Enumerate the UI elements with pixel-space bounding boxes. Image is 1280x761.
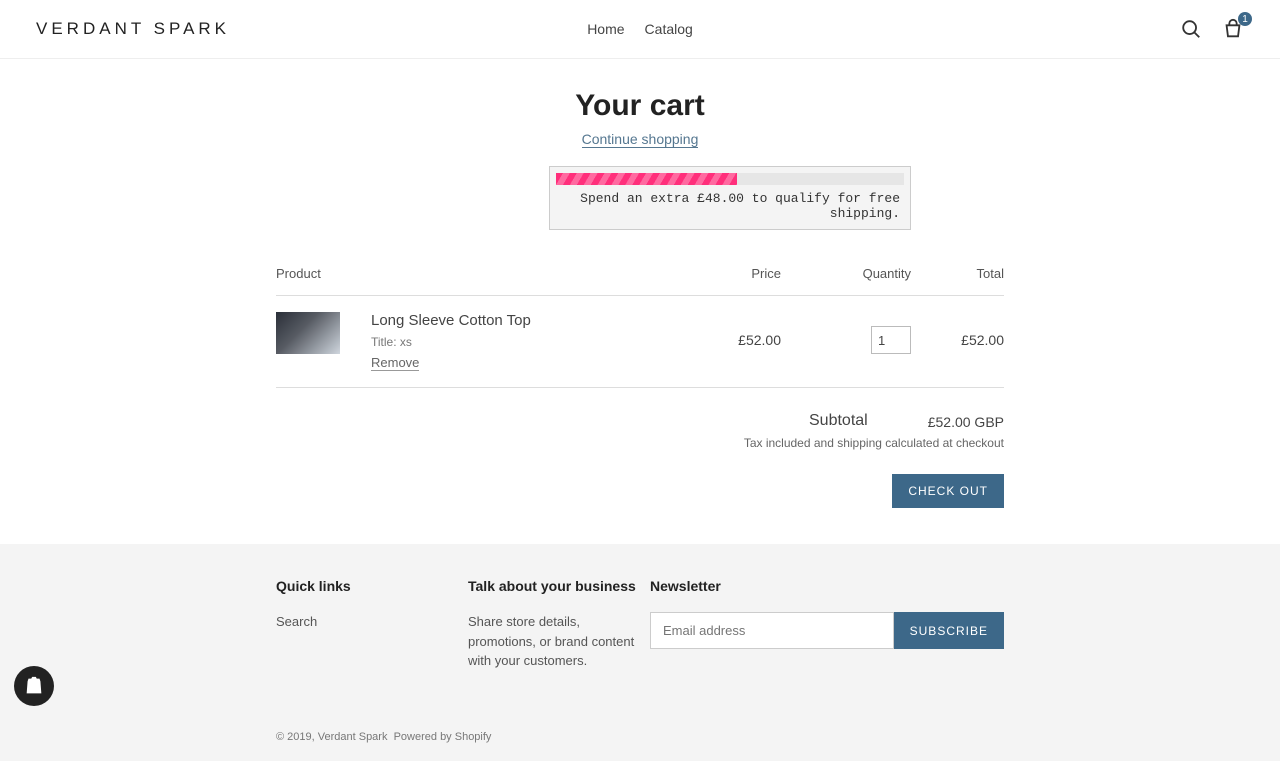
page-title: Your cart [0,89,1280,123]
subtotal-line: Subtotal £52.00 GBP [276,412,1004,430]
product-variant: Title: xs [371,335,661,349]
newsletter-email-input[interactable] [650,612,894,649]
cart-table-header: Product Price Quantity Total [276,266,1004,296]
site-logo[interactable]: VERDANT SPARK [36,19,230,39]
footer-newsletter: Newsletter SUBSCRIBE [650,578,1004,671]
search-icon[interactable] [1180,18,1202,40]
free-shipping-progress [556,173,904,185]
free-shipping-progress-fill [556,173,737,185]
quantity-input[interactable] [871,326,911,354]
nav-catalog[interactable]: Catalog [645,21,693,37]
footer-about: Talk about your business Share store det… [468,578,650,671]
col-total: Total [911,266,1004,281]
footer-store-link[interactable]: Verdant Spark [318,731,388,743]
cart-icon[interactable]: 1 [1222,18,1244,40]
free-shipping-box: Spend an extra £48.00 to qualify for fre… [549,166,911,230]
newsletter-form: SUBSCRIBE [650,612,1004,649]
cart-count-badge: 1 [1238,12,1252,26]
shopify-badge-icon[interactable] [14,666,54,706]
site-header: VERDANT SPARK Home Catalog 1 [0,0,1280,59]
subtotal-value: £52.00 GBP [928,412,1004,430]
cart-item-row: Long Sleeve Cotton Top Title: xs Remove … [276,296,1004,388]
item-qty-wrap [781,312,911,354]
tax-note: Tax included and shipping calculated at … [276,436,1004,450]
item-line-total: £52.00 [911,312,1004,348]
main-nav: Home Catalog [587,21,693,37]
col-quantity: Quantity [781,266,911,281]
newsletter-title: Newsletter [650,578,1004,594]
product-name[interactable]: Long Sleeve Cotton Top [371,312,661,329]
quicklinks-title: Quick links [276,578,468,594]
subtotal-label: Subtotal [809,412,868,430]
product-meta: Long Sleeve Cotton Top Title: xs Remove [341,312,661,371]
col-price: Price [661,266,781,281]
header-actions: 1 [1180,18,1244,40]
cart-table: Product Price Quantity Total Long Sleeve… [276,266,1004,508]
powered-by-link[interactable]: Powered by Shopify [394,731,492,743]
footer-bottom: © 2019, Verdant Spark Powered by Shopify [276,671,1004,743]
copyright-prefix: © 2019, [276,731,318,743]
col-product: Product [276,266,661,281]
footer-search-link[interactable]: Search [276,614,317,629]
checkout-button[interactable]: CHECK OUT [892,474,1004,508]
about-text: Share store details, promotions, or bran… [468,612,650,671]
nav-home[interactable]: Home [587,21,624,37]
footer-quicklinks: Quick links Search [276,578,468,671]
site-footer: Quick links Search Talk about your busin… [0,544,1280,761]
cart-summary: Subtotal £52.00 GBP Tax included and shi… [276,412,1004,508]
about-title: Talk about your business [468,578,650,594]
page-title-section: Your cart Continue shopping [0,89,1280,148]
product-thumbnail[interactable] [276,312,340,354]
item-price: £52.00 [661,312,781,348]
remove-item-link[interactable]: Remove [371,355,419,371]
free-shipping-message: Spend an extra £48.00 to qualify for fre… [556,191,904,221]
subscribe-button[interactable]: SUBSCRIBE [894,612,1004,649]
continue-shopping-link[interactable]: Continue shopping [582,131,699,148]
